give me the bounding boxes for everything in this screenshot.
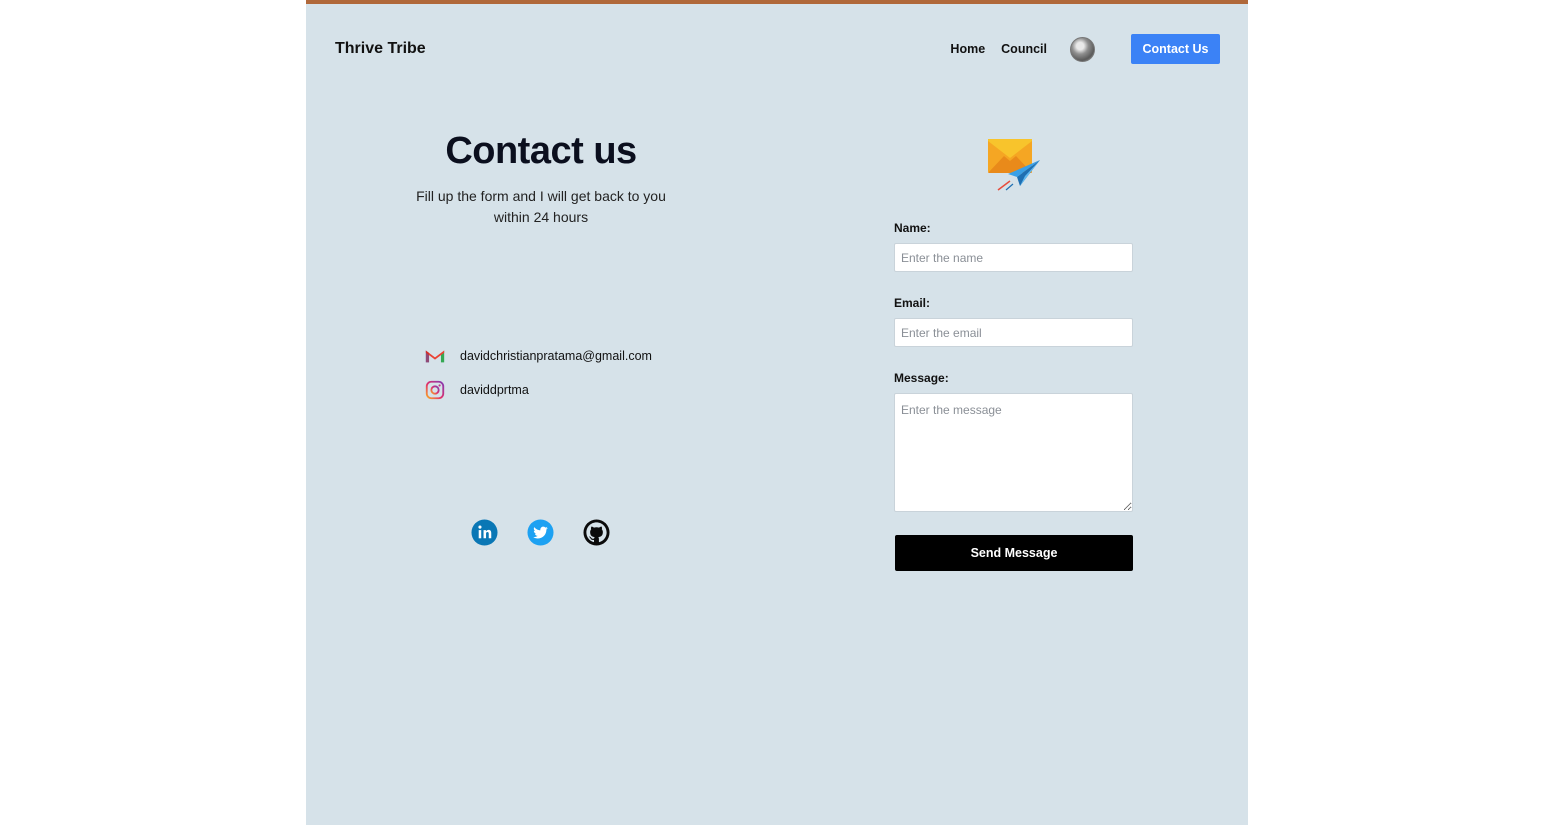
github-icon[interactable] bbox=[583, 519, 610, 546]
gmail-icon bbox=[425, 350, 445, 363]
email-input[interactable] bbox=[894, 318, 1133, 347]
instagram-icon bbox=[425, 380, 445, 400]
contact-instagram[interactable]: daviddprtma bbox=[460, 383, 529, 397]
contact-intro: Contact us Fill up the form and I will g… bbox=[411, 130, 671, 228]
page: Thrive Tribe Home Council Contact Us Con… bbox=[306, 0, 1248, 825]
twitter-icon[interactable] bbox=[527, 519, 554, 546]
linkedin-icon[interactable] bbox=[471, 519, 498, 546]
nav-home[interactable]: Home bbox=[950, 42, 985, 56]
send-message-button[interactable]: Send Message bbox=[895, 535, 1133, 571]
contact-us-button[interactable]: Contact Us bbox=[1131, 34, 1220, 64]
page-title: Contact us bbox=[445, 130, 637, 172]
message-label: Message: bbox=[894, 371, 949, 385]
contact-email[interactable]: davidchristianpratama@gmail.com bbox=[460, 349, 652, 363]
envelope-paper-plane-icon bbox=[988, 139, 1040, 191]
nav-council[interactable]: Council bbox=[1001, 42, 1047, 56]
top-nav: Home Council Contact Us bbox=[950, 34, 1220, 64]
page-subtitle: Fill up the form and I will get back to … bbox=[416, 188, 666, 225]
instagram-contact-row: daviddprtma bbox=[424, 379, 529, 401]
email-label: Email: bbox=[894, 296, 931, 310]
top-border bbox=[306, 0, 1248, 4]
brand-logo[interactable]: Thrive Tribe bbox=[335, 40, 426, 58]
email-contact-row: davidchristianpratama@gmail.com bbox=[424, 345, 652, 367]
message-textarea[interactable] bbox=[894, 393, 1133, 512]
social-links bbox=[471, 519, 639, 546]
name-label: Name: bbox=[894, 221, 931, 235]
name-input[interactable] bbox=[894, 243, 1133, 272]
avatar[interactable] bbox=[1070, 36, 1095, 62]
